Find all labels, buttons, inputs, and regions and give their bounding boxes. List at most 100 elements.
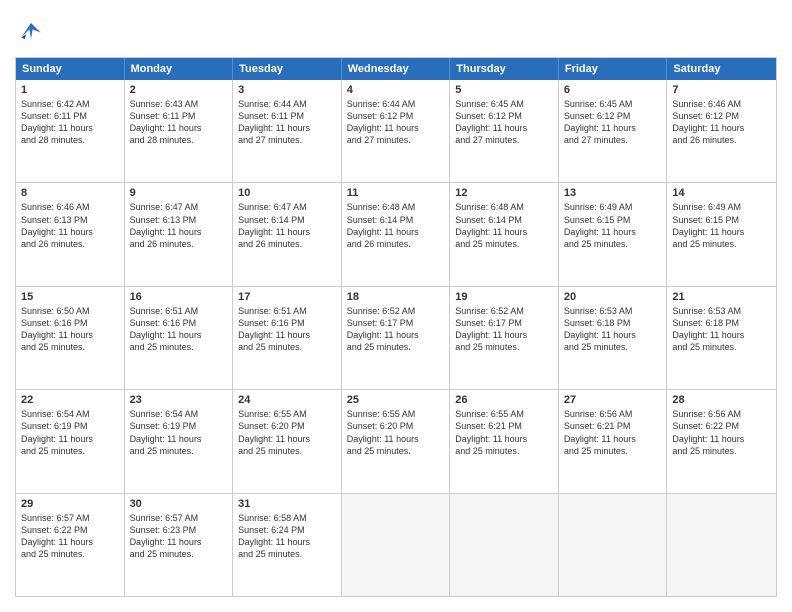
day-cell-24: 24Sunrise: 6:55 AM Sunset: 6:20 PM Dayli…	[233, 390, 342, 492]
day-cell-5: 5 Sunrise: 6:45 AM Sunset: 6:12 PM Daylig…	[450, 80, 559, 182]
cell-info: Sunrise: 6:44 AM Sunset: 6:12 PM Dayligh…	[347, 98, 445, 147]
day-cell-3: 3 Sunrise: 6:44 AM Sunset: 6:11 PM Daylig…	[233, 80, 342, 182]
day-number: 2	[130, 84, 228, 96]
cell-info: Sunrise: 6:49 AM Sunset: 6:15 PM Dayligh…	[672, 201, 771, 250]
day-number: 9	[130, 187, 228, 199]
cell-info: Sunrise: 6:57 AM Sunset: 6:23 PM Dayligh…	[130, 512, 228, 561]
day-cell-1: 1 Sunrise: 6:42 AM Sunset: 6:11 PM Daylig…	[16, 80, 125, 182]
day-cell-25: 25Sunrise: 6:55 AM Sunset: 6:20 PM Dayli…	[342, 390, 451, 492]
day-cell-16: 16 Sunrise: 6:51 AM Sunset: 6:16 PM Dayli…	[125, 287, 234, 389]
day-cell-11: 11 Sunrise: 6:48 AM Sunset: 6:14 PM Dayli…	[342, 183, 451, 285]
cell-info: Sunrise: 6:52 AM Sunset: 6:17 PM Dayligh…	[347, 305, 445, 354]
empty-cell	[450, 494, 559, 596]
calendar-row-5: 29 Sunrise: 6:57 AM Sunset: 6:22 PM Dayli…	[16, 493, 776, 596]
cell-info: Sunrise: 6:48 AM Sunset: 6:14 PM Dayligh…	[347, 201, 445, 250]
day-cell-9: 9Sunrise: 6:47 AM Sunset: 6:13 PM Daylig…	[125, 183, 234, 285]
day-number: 17	[238, 291, 336, 303]
calendar: SundayMondayTuesdayWednesdayThursdayFrid…	[15, 57, 777, 597]
day-cell-6: 6 Sunrise: 6:45 AM Sunset: 6:12 PM Daylig…	[559, 80, 668, 182]
day-cell-4: 4Sunrise: 6:44 AM Sunset: 6:12 PM Daylig…	[342, 80, 451, 182]
day-number: 11	[347, 187, 445, 199]
day-number: 10	[238, 187, 336, 199]
cell-info: Sunrise: 6:53 AM Sunset: 6:18 PM Dayligh…	[672, 305, 771, 354]
calendar-row-1: 1 Sunrise: 6:42 AM Sunset: 6:11 PM Daylig…	[16, 80, 776, 182]
weekday-header-friday: Friday	[559, 58, 668, 80]
cell-info: Sunrise: 6:53 AM Sunset: 6:18 PM Dayligh…	[564, 305, 662, 354]
cell-info: Sunrise: 6:56 AM Sunset: 6:21 PM Dayligh…	[564, 408, 662, 457]
weekday-header-sunday: Sunday	[16, 58, 125, 80]
day-number: 28	[672, 394, 771, 406]
day-cell-2: 2 Sunrise: 6:43 AM Sunset: 6:11 PM Daylig…	[125, 80, 234, 182]
day-cell-22: 22 Sunrise: 6:54 AM Sunset: 6:19 PM Dayli…	[16, 390, 125, 492]
cell-info: Sunrise: 6:57 AM Sunset: 6:22 PM Dayligh…	[21, 512, 119, 561]
logo	[15, 15, 51, 47]
page: SundayMondayTuesdayWednesdayThursdayFrid…	[0, 0, 792, 612]
day-number: 23	[130, 394, 228, 406]
day-number: 19	[455, 291, 553, 303]
day-number: 8	[21, 187, 119, 199]
day-number: 1	[21, 84, 119, 96]
cell-info: Sunrise: 6:45 AM Sunset: 6:12 PM Dayligh…	[455, 98, 553, 147]
day-cell-28: 28 Sunrise: 6:56 AM Sunset: 6:22 PM Dayli…	[667, 390, 776, 492]
day-cell-17: 17 Sunrise: 6:51 AM Sunset: 6:16 PM Dayli…	[233, 287, 342, 389]
empty-cell	[342, 494, 451, 596]
calendar-header: SundayMondayTuesdayWednesdayThursdayFrid…	[16, 58, 776, 80]
empty-cell	[667, 494, 776, 596]
calendar-body: 1 Sunrise: 6:42 AM Sunset: 6:11 PM Daylig…	[16, 80, 776, 596]
day-number: 25	[347, 394, 445, 406]
logo-icon	[15, 15, 47, 47]
day-cell-29: 29 Sunrise: 6:57 AM Sunset: 6:22 PM Dayli…	[16, 494, 125, 596]
day-cell-20: 20Sunrise: 6:53 AM Sunset: 6:18 PM Dayli…	[559, 287, 668, 389]
day-number: 14	[672, 187, 771, 199]
calendar-row-4: 22 Sunrise: 6:54 AM Sunset: 6:19 PM Dayli…	[16, 389, 776, 492]
day-cell-26: 26 Sunrise: 6:55 AM Sunset: 6:21 PM Dayli…	[450, 390, 559, 492]
day-cell-13: 13Sunrise: 6:49 AM Sunset: 6:15 PM Dayli…	[559, 183, 668, 285]
cell-info: Sunrise: 6:54 AM Sunset: 6:19 PM Dayligh…	[130, 408, 228, 457]
weekday-header-wednesday: Wednesday	[342, 58, 451, 80]
day-number: 18	[347, 291, 445, 303]
day-number: 29	[21, 498, 119, 510]
day-cell-10: 10 Sunrise: 6:47 AM Sunset: 6:14 PM Dayli…	[233, 183, 342, 285]
day-number: 26	[455, 394, 553, 406]
day-cell-18: 18 Sunrise: 6:52 AM Sunset: 6:17 PM Dayli…	[342, 287, 451, 389]
day-number: 21	[672, 291, 771, 303]
cell-info: Sunrise: 6:51 AM Sunset: 6:16 PM Dayligh…	[130, 305, 228, 354]
cell-info: Sunrise: 6:55 AM Sunset: 6:21 PM Dayligh…	[455, 408, 553, 457]
cell-info: Sunrise: 6:48 AM Sunset: 6:14 PM Dayligh…	[455, 201, 553, 250]
day-number: 24	[238, 394, 336, 406]
day-number: 13	[564, 187, 662, 199]
cell-info: Sunrise: 6:58 AM Sunset: 6:24 PM Dayligh…	[238, 512, 336, 561]
day-cell-19: 19 Sunrise: 6:52 AM Sunset: 6:17 PM Dayli…	[450, 287, 559, 389]
day-number: 6	[564, 84, 662, 96]
cell-info: Sunrise: 6:52 AM Sunset: 6:17 PM Dayligh…	[455, 305, 553, 354]
weekday-header-tuesday: Tuesday	[233, 58, 342, 80]
day-number: 16	[130, 291, 228, 303]
day-cell-12: 12Sunrise: 6:48 AM Sunset: 6:14 PM Dayli…	[450, 183, 559, 285]
day-cell-7: 7Sunrise: 6:46 AM Sunset: 6:12 PM Daylig…	[667, 80, 776, 182]
weekday-header-thursday: Thursday	[450, 58, 559, 80]
header	[15, 15, 777, 47]
day-cell-30: 30 Sunrise: 6:57 AM Sunset: 6:23 PM Dayli…	[125, 494, 234, 596]
cell-info: Sunrise: 6:51 AM Sunset: 6:16 PM Dayligh…	[238, 305, 336, 354]
calendar-row-3: 15Sunrise: 6:50 AM Sunset: 6:16 PM Dayli…	[16, 286, 776, 389]
day-cell-31: 31 Sunrise: 6:58 AM Sunset: 6:24 PM Dayli…	[233, 494, 342, 596]
cell-info: Sunrise: 6:56 AM Sunset: 6:22 PM Dayligh…	[672, 408, 771, 457]
weekday-header-monday: Monday	[125, 58, 234, 80]
day-number: 5	[455, 84, 553, 96]
cell-info: Sunrise: 6:47 AM Sunset: 6:14 PM Dayligh…	[238, 201, 336, 250]
day-number: 30	[130, 498, 228, 510]
cell-info: Sunrise: 6:43 AM Sunset: 6:11 PM Dayligh…	[130, 98, 228, 147]
day-number: 3	[238, 84, 336, 96]
day-number: 22	[21, 394, 119, 406]
day-number: 31	[238, 498, 336, 510]
cell-info: Sunrise: 6:45 AM Sunset: 6:12 PM Dayligh…	[564, 98, 662, 147]
cell-info: Sunrise: 6:50 AM Sunset: 6:16 PM Dayligh…	[21, 305, 119, 354]
cell-info: Sunrise: 6:44 AM Sunset: 6:11 PM Dayligh…	[238, 98, 336, 147]
cell-info: Sunrise: 6:54 AM Sunset: 6:19 PM Dayligh…	[21, 408, 119, 457]
cell-info: Sunrise: 6:46 AM Sunset: 6:13 PM Dayligh…	[21, 201, 119, 250]
day-number: 27	[564, 394, 662, 406]
calendar-row-2: 8 Sunrise: 6:46 AM Sunset: 6:13 PM Daylig…	[16, 182, 776, 285]
day-cell-21: 21 Sunrise: 6:53 AM Sunset: 6:18 PM Dayli…	[667, 287, 776, 389]
cell-info: Sunrise: 6:46 AM Sunset: 6:12 PM Dayligh…	[672, 98, 771, 147]
cell-info: Sunrise: 6:42 AM Sunset: 6:11 PM Dayligh…	[21, 98, 119, 147]
